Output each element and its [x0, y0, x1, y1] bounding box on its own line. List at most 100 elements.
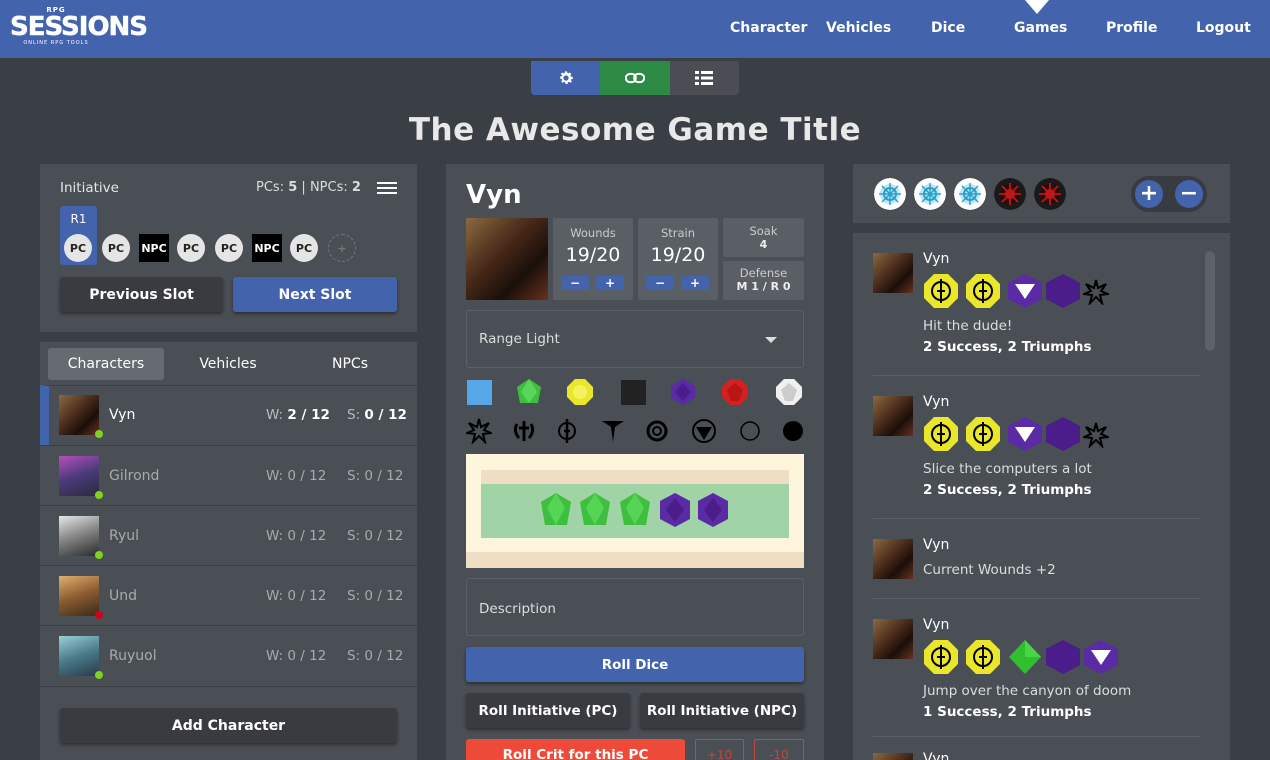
dark-side-token-icon[interactable] [1034, 178, 1066, 210]
strain-box: Strain 19/20 − + [638, 218, 718, 300]
app-logo[interactable]: RPG SESSIONS ONLINE RPG TOOLS [10, 6, 149, 52]
dark-side-token-icon[interactable] [994, 178, 1026, 210]
ability-die-icon[interactable] [618, 491, 652, 529]
proficiency-die-icon[interactable] [566, 378, 594, 406]
status-dot [95, 430, 103, 438]
threat-icon[interactable] [466, 418, 492, 444]
settings-tab[interactable] [531, 61, 601, 95]
status-dot [95, 611, 103, 619]
nav-dice[interactable]: Dice [931, 20, 965, 36]
roll-initiative-pc-button[interactable]: Roll Initiative (PC) [466, 693, 630, 728]
initiative-label: Initiative [60, 180, 119, 196]
initiative-slot[interactable]: NPC [252, 234, 282, 262]
log-entry: Vyn Current Wounds +2 [873, 537, 1201, 599]
game-toolbar [531, 61, 739, 95]
light-side-token-icon[interactable] [954, 178, 986, 210]
pcs-count: 5 [288, 180, 298, 195]
minus-10-button[interactable]: -10 [754, 739, 804, 760]
tab-npcs[interactable]: NPCs [292, 348, 408, 380]
failure-icon[interactable] [600, 418, 626, 444]
character-row[interactable]: Ryul W: 0 / 12 S: 0 / 12 [40, 505, 417, 565]
challenge-die-icon [1084, 640, 1118, 674]
dark-side-icon[interactable] [780, 418, 806, 444]
triumph-icon[interactable] [691, 418, 717, 444]
wounds-value: 19/20 [565, 244, 621, 266]
scrollbar[interactable] [1205, 251, 1215, 351]
character-row[interactable]: Und W: 0 / 12 S: 0 / 12 [40, 565, 417, 625]
log-text: Current Wounds +2 [923, 562, 1056, 578]
add-destiny-button[interactable]: + [1135, 180, 1163, 208]
force-die-icon [966, 274, 1000, 308]
strain-value: 19/20 [650, 244, 706, 266]
roll-initiative-npc-button[interactable]: Roll Initiative (NPC) [640, 693, 804, 728]
ability-die-icon[interactable] [539, 491, 573, 529]
description-placeholder: Description [479, 601, 556, 617]
initiative-counts: PCs: 5 | NPCs: 2 [256, 180, 361, 195]
wounds-minus-button[interactable]: − [561, 276, 589, 290]
plus-10-button[interactable]: +10 [695, 739, 744, 760]
gear-icon [559, 71, 573, 84]
threat-icon [1083, 422, 1109, 448]
light-side-icon[interactable] [737, 418, 763, 444]
initiative-slot[interactable]: PC [215, 234, 243, 262]
advantage-icon[interactable] [644, 418, 670, 444]
nav-vehicles[interactable]: Vehicles [826, 20, 891, 36]
character-row[interactable]: Ruyuol W: 0 / 12 S: 0 / 12 [40, 625, 417, 685]
roll-dice-button[interactable]: Roll Dice [466, 647, 804, 682]
log-dice-row [923, 639, 1143, 679]
tab-vehicles[interactable]: Vehicles [170, 348, 286, 380]
nav-character[interactable]: Character [730, 20, 807, 36]
strain-label: S: [347, 407, 361, 423]
force-die-icon[interactable] [775, 378, 803, 406]
link-tab[interactable] [600, 61, 670, 95]
list-icon [695, 71, 714, 85]
wounds-plus-button[interactable]: + [596, 276, 624, 290]
difficulty-die-icon[interactable] [669, 378, 697, 406]
initiative-slot[interactable]: PC [102, 234, 130, 262]
next-slot-button[interactable]: Next Slot [233, 277, 397, 312]
wounds-label: W: [266, 648, 284, 664]
strain-minus-button[interactable]: − [646, 276, 674, 290]
challenge-die-icon[interactable] [721, 378, 749, 406]
initiative-slot[interactable]: NPC [139, 234, 169, 262]
tab-characters[interactable]: Characters [48, 348, 164, 380]
light-side-token-icon[interactable] [914, 178, 946, 210]
difficulty-die-icon [1046, 640, 1080, 674]
strain-plus-button[interactable]: + [681, 276, 709, 290]
initiative-slot[interactable]: PC [64, 234, 92, 262]
roll-crit-button[interactable]: Roll Crit for this PC [466, 739, 685, 760]
roll-log-panel: Vyn Hit the dude! 2 Success, 2 Triumphs … [853, 233, 1230, 760]
avatar [873, 253, 913, 293]
setback-die-icon[interactable] [620, 378, 648, 406]
difficulty-die-icon[interactable] [658, 491, 692, 529]
despair-icon[interactable] [511, 418, 537, 444]
skill-select[interactable]: Range Light [466, 310, 804, 368]
boost-die-icon[interactable] [466, 378, 494, 406]
avatar [873, 753, 913, 760]
nav-games[interactable]: Games [1014, 20, 1067, 36]
hamburger-menu-icon[interactable] [377, 182, 397, 194]
ability-die-icon[interactable] [578, 491, 612, 529]
character-row[interactable]: Gilrond W: 0 / 12 S: 0 / 12 [40, 445, 417, 505]
pcs-label: PCs: [256, 180, 285, 195]
nav-profile[interactable]: Profile [1106, 20, 1157, 36]
list-tab[interactable] [669, 61, 739, 95]
strain-value: 0 / 12 [364, 648, 404, 664]
initiative-slot[interactable]: PC [290, 234, 318, 262]
add-character-button[interactable]: Add Character [60, 708, 397, 743]
log-name: Vyn [923, 537, 950, 553]
difficulty-die-icon[interactable] [696, 491, 730, 529]
add-slot-button[interactable]: + [328, 234, 356, 262]
strain-label: S: [347, 648, 361, 664]
nav-logout[interactable]: Logout [1196, 20, 1251, 36]
logo-main-text: SESSIONS [10, 12, 149, 42]
wounds-label: W: [266, 407, 284, 423]
remove-destiny-button[interactable]: − [1175, 180, 1203, 208]
description-field[interactable]: Description [466, 578, 804, 636]
character-row[interactable]: Vyn W: 2 / 12 S: 0 / 12 [40, 385, 417, 445]
ability-die-icon[interactable] [515, 378, 543, 406]
success-icon[interactable] [554, 418, 580, 444]
previous-slot-button[interactable]: Previous Slot [60, 277, 223, 312]
initiative-slot[interactable]: PC [177, 234, 205, 262]
light-side-token-icon[interactable] [874, 178, 906, 210]
